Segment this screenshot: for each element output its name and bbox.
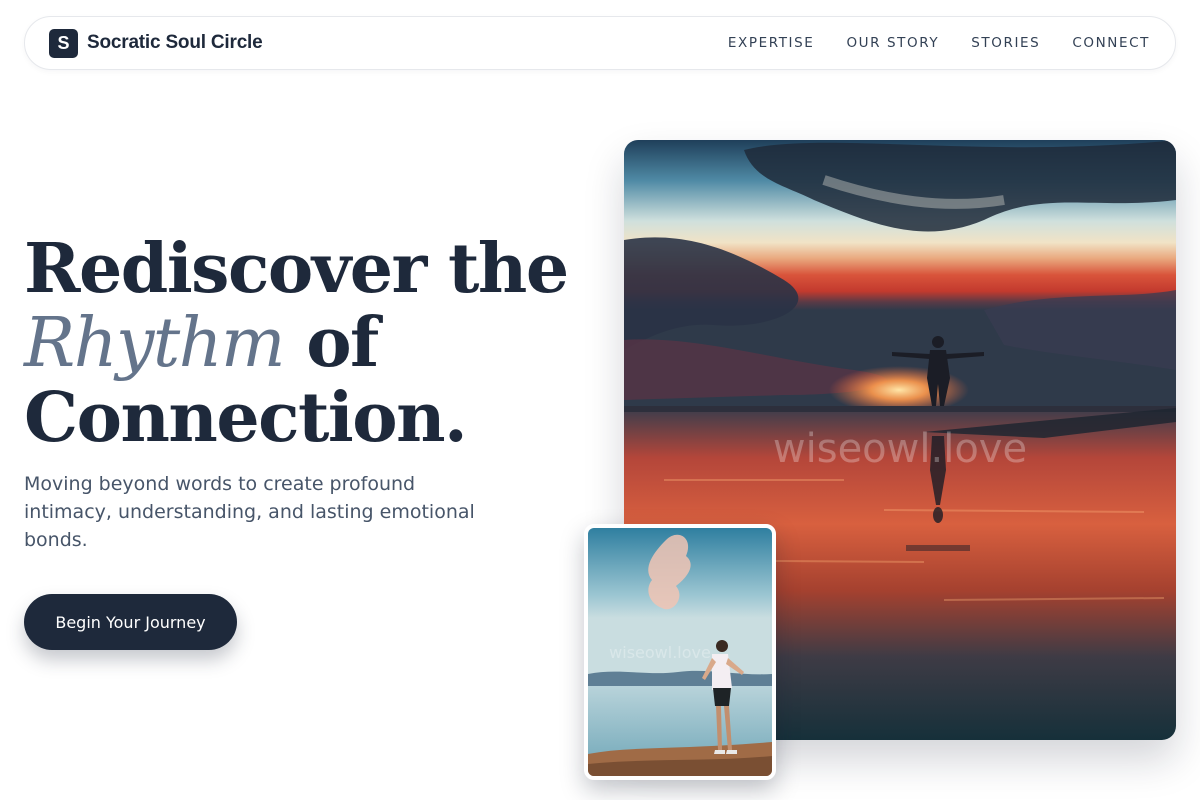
hero-subtitle: Moving beyond words to create profound i… [24,473,475,551]
hero-inset-image: wiseowl.love [584,524,776,780]
nav-link-stories[interactable]: STORIES [971,35,1040,51]
top-navbar: S Socratic Soul Circle EXPERTISE OUR STO… [24,16,1176,70]
headline-accent-word: Rhythm [24,304,286,383]
nav-links: EXPERTISE OUR STORY STORIES CONNECT [728,35,1150,51]
headline-line-1: Rediscover the [24,229,569,309]
brand[interactable]: S Socratic Soul Circle [49,28,263,58]
nav-link-connect[interactable]: CONNECT [1072,35,1150,51]
hero-headline: Rediscover the Rhythm of Connection. [24,232,584,455]
begin-journey-button[interactable]: Begin Your Journey [24,594,237,650]
brand-name: Socratic Soul Circle [87,32,263,53]
main-image-watermark: wiseowl.love [773,426,1027,472]
cliff-illustration: wiseowl.love [588,528,772,776]
headline-line-2-rest: of [284,303,379,383]
brand-logo: S [49,28,78,58]
headline-line-2: Rhythm of [24,306,584,381]
inset-image-watermark: wiseowl.love [609,643,711,662]
nav-link-our-story[interactable]: OUR STORY [846,35,939,51]
nav-link-expertise[interactable]: EXPERTISE [728,35,815,51]
headline-line-3: Connection. [24,378,468,458]
